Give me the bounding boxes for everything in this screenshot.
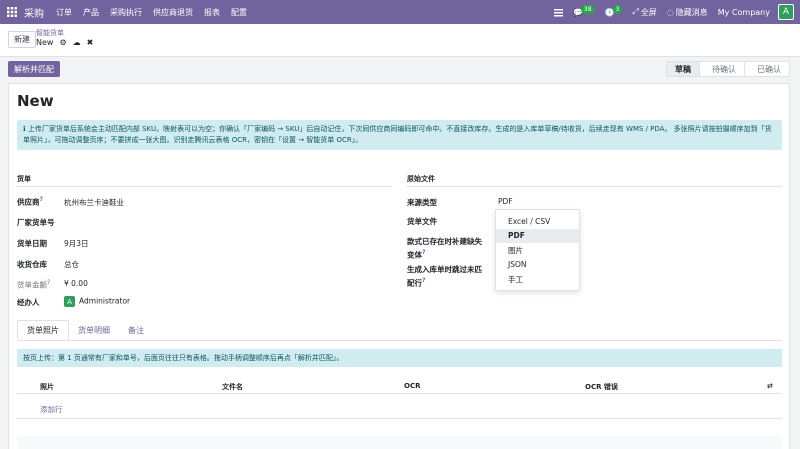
page-title: New — [17, 92, 54, 110]
info-alert-text: 上传厂家货单后系统会主动匹配内部 SKU。映射表可以为空；你确认「厂家编码 → … — [23, 125, 772, 144]
bill-file-label: 货单文件 — [407, 217, 437, 226]
discard-icon[interactable]: ✖ — [87, 38, 94, 47]
section-divider-left — [17, 186, 391, 187]
activities-button[interactable]: 🕓 3 — [605, 4, 623, 17]
vendor-bill-no-label: 厂家货单号 — [17, 218, 55, 227]
source-type-dropdown: Excel / CSV PDF 图片 JSON 手工 — [495, 209, 580, 291]
col-ocr[interactable]: OCR — [404, 382, 420, 390]
notebook-tabs: 货单照片 货单明细 备注 — [17, 320, 153, 340]
menu-products[interactable]: 产品 — [83, 7, 99, 18]
stage-confirmed[interactable]: 已确认 — [744, 61, 790, 77]
tabs-divider — [17, 340, 782, 341]
skip-unmatched-label: 生成入库单时跳过未匹配行? — [407, 265, 482, 288]
menu-reports[interactable]: 报表 — [204, 7, 220, 18]
tab-bill-lines[interactable]: 货单明细 — [69, 320, 119, 340]
responsible-field[interactable]: A Administrator — [64, 296, 130, 307]
apps-menu-icon[interactable] — [0, 0, 24, 24]
responsible-label: 经办人 — [17, 298, 40, 307]
section-bill: 货单 — [17, 175, 31, 183]
source-type-label: 来源类型 — [407, 198, 437, 207]
debug-icon[interactable] — [553, 8, 563, 17]
col-filename[interactable]: 文件名 — [222, 382, 243, 392]
option-json[interactable]: JSON — [496, 258, 579, 273]
hide-icon: ◌ — [666, 7, 674, 17]
stage-pending[interactable]: 待确认 — [699, 61, 745, 77]
activities-badge: 3 — [612, 4, 623, 14]
col-ocr-error[interactable]: OCR 错误 — [585, 382, 618, 392]
record-title-row: New ⚙ ☁ ✖ — [36, 38, 93, 47]
photos-hint: 按页上传：第 1 页通常有厂家和单号，后面页往往只有表格。拖动手柄调整顺序后再点… — [17, 349, 782, 367]
messages-button[interactable]: 💬 38 — [573, 4, 595, 17]
top-navbar: 采购 订单 产品 采购执行 供应商退货 报表 配置 💬 38 🕓 3 ⤢ 全屏 … — [0, 0, 800, 24]
col-photo[interactable]: 照片 — [40, 382, 54, 392]
responsible-avatar: A — [64, 296, 75, 307]
user-avatar[interactable]: A — [778, 4, 794, 20]
breadcrumb[interactable]: 智能货单 — [36, 28, 64, 38]
option-manual[interactable]: 手工 — [496, 272, 579, 287]
row-divider — [17, 418, 782, 419]
section-divider-right — [407, 186, 782, 187]
status-bar: 草稿 待确认 已确认 — [666, 61, 790, 77]
gear-icon[interactable]: ⚙ — [59, 38, 66, 47]
tab-notes[interactable]: 备注 — [119, 320, 153, 340]
form-sheet: New ℹ 上传厂家货单后系统会主动匹配内部 SKU。映射表可以为空；你确认「厂… — [8, 83, 790, 449]
hide-messages-label: 隐藏消息 — [675, 7, 708, 17]
record-name: New — [36, 38, 54, 47]
menu-purchase-execution[interactable]: 采购执行 — [110, 7, 142, 18]
option-pdf[interactable]: PDF — [496, 228, 579, 243]
column-settings-icon[interactable]: ⇄ — [767, 382, 773, 390]
source-type-select[interactable]: PDF — [498, 197, 513, 206]
new-button[interactable]: 新建 — [8, 31, 36, 48]
warehouse-label: 收货仓库 — [17, 260, 47, 269]
page-scrollbar[interactable] — [792, 57, 800, 449]
table-footer — [17, 436, 782, 449]
tab-bill-photos[interactable]: 货单照片 — [17, 320, 69, 340]
hide-messages-button[interactable]: ◌ 隐藏消息 — [667, 7, 708, 18]
info-alert: ℹ 上传厂家货单后系统会主动匹配内部 SKU。映射表可以为空；你确认「厂家编码 … — [17, 120, 782, 150]
menu-orders[interactable]: 订单 — [56, 7, 72, 18]
bill-date-field[interactable]: 9月3日 — [64, 238, 89, 249]
vendor-bill-no-field[interactable] — [64, 217, 244, 227]
vendor-label: 供应商? — [17, 196, 43, 207]
messages-badge: 38 — [580, 4, 595, 14]
parse-match-button[interactable]: 解析并匹配 — [8, 61, 60, 77]
fullscreen-label: 全屏 — [640, 7, 657, 17]
warehouse-field[interactable]: 总仓 — [64, 259, 79, 270]
photos-table-header: 照片 文件名 OCR OCR 错误 ⇄ — [17, 380, 782, 394]
vendor-field[interactable]: 杭州布兰卡迪鞋业 — [64, 197, 124, 208]
add-line-link[interactable]: 添加行 — [40, 404, 63, 415]
option-image[interactable]: 图片 — [496, 243, 579, 258]
menu-vendor-returns[interactable]: 供应商退货 — [153, 7, 193, 18]
expand-icon: ⤢ — [632, 7, 639, 16]
cloud-upload-icon[interactable]: ☁ — [73, 38, 81, 47]
company-switcher[interactable]: My Company — [718, 8, 770, 17]
stage-draft[interactable]: 草稿 — [666, 61, 700, 77]
option-excel-csv[interactable]: Excel / CSV — [496, 214, 579, 229]
amount-label: 货单金额? — [17, 279, 51, 290]
responsible-name: Administrator — [79, 296, 131, 306]
fullscreen-button[interactable]: ⤢ 全屏 — [632, 7, 656, 18]
bill-date-label: 货单日期 — [17, 239, 47, 248]
section-source-file: 原始文件 — [407, 175, 435, 183]
app-brand[interactable]: 采购 — [24, 5, 44, 20]
variant-create-label: 款式已存在时补建缺失变体? — [407, 237, 482, 260]
control-panel: 新建 智能货单 New ⚙ ☁ ✖ — [0, 24, 800, 57]
amount-field: ¥ 0.00 — [64, 279, 88, 288]
menu-configuration[interactable]: 配置 — [231, 7, 247, 18]
